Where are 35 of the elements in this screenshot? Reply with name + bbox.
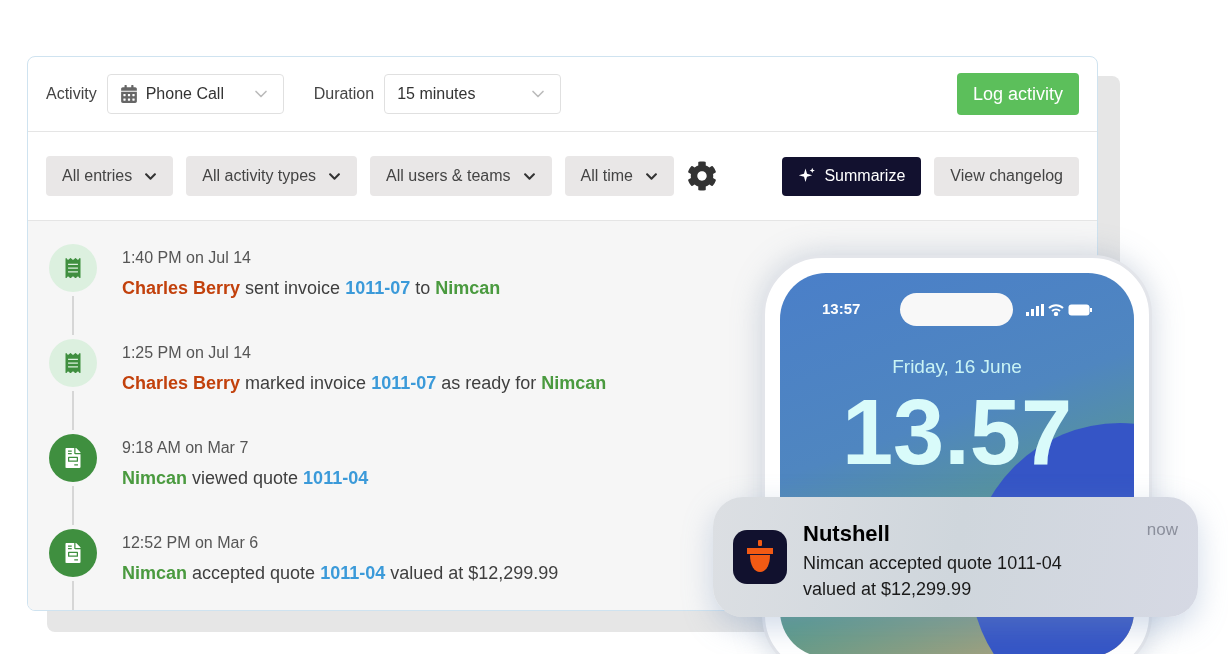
wifi-icon [1048, 303, 1064, 316]
entry-text: Charles Berry marked invoice 1011-07 as ready for Nimcan [122, 370, 607, 397]
calendar-icon [119, 85, 138, 103]
document-icon [49, 529, 97, 577]
battery-icon [1068, 303, 1092, 316]
entry-text: Charles Berry sent invoice 1011-07 to Nimcan [122, 275, 501, 302]
notification-app-name: Nutshell [803, 520, 890, 548]
receipt-icon [49, 244, 97, 292]
entry-time: 9:18 AM on Mar 7 [122, 438, 250, 458]
filter-dropdown[interactable]: All time [564, 156, 674, 196]
activity-select[interactable]: Phone Call [106, 74, 284, 114]
entry-text: Nimcan accepted quote 1011-04 valued at $12,299.99 [122, 560, 559, 587]
status-time: 13:57 [822, 299, 862, 320]
summarize-button[interactable]: Summarize [782, 156, 922, 196]
receipt-icon [49, 339, 97, 387]
sparkle-icon [798, 167, 817, 185]
activity-label: Activity [46, 84, 97, 104]
filter-dropdown[interactable]: All entries [46, 156, 174, 196]
document-icon [49, 434, 97, 482]
settings-icon[interactable] [687, 161, 717, 191]
filter-dropdown[interactable]: All users & teams [370, 156, 552, 196]
entry-time: 1:40 PM on Jul 14 [122, 248, 252, 268]
entry-time: 1:25 PM on Jul 14 [122, 343, 252, 363]
duration-label: Duration [313, 84, 375, 104]
filter-dropdown[interactable]: All activity types [186, 156, 358, 196]
notification-time: now [1146, 519, 1178, 541]
entry-text: Nimcan viewed quote 1011-04 [122, 465, 369, 492]
lock-clock: 13.57 [841, 385, 1073, 478]
entry-time: 12:52 PM on Mar 6 [122, 533, 260, 553]
acorn-icon [745, 540, 775, 574]
duration-select[interactable]: 15 minutes [384, 74, 562, 114]
lock-date: Friday, 16 June [892, 355, 1022, 379]
notification-message: Nimcan accepted quote 1011-04 valued at $12,299.99 [803, 552, 1063, 601]
changelog-button[interactable]: View changelog [934, 156, 1079, 196]
signal-icon [1026, 303, 1044, 316]
